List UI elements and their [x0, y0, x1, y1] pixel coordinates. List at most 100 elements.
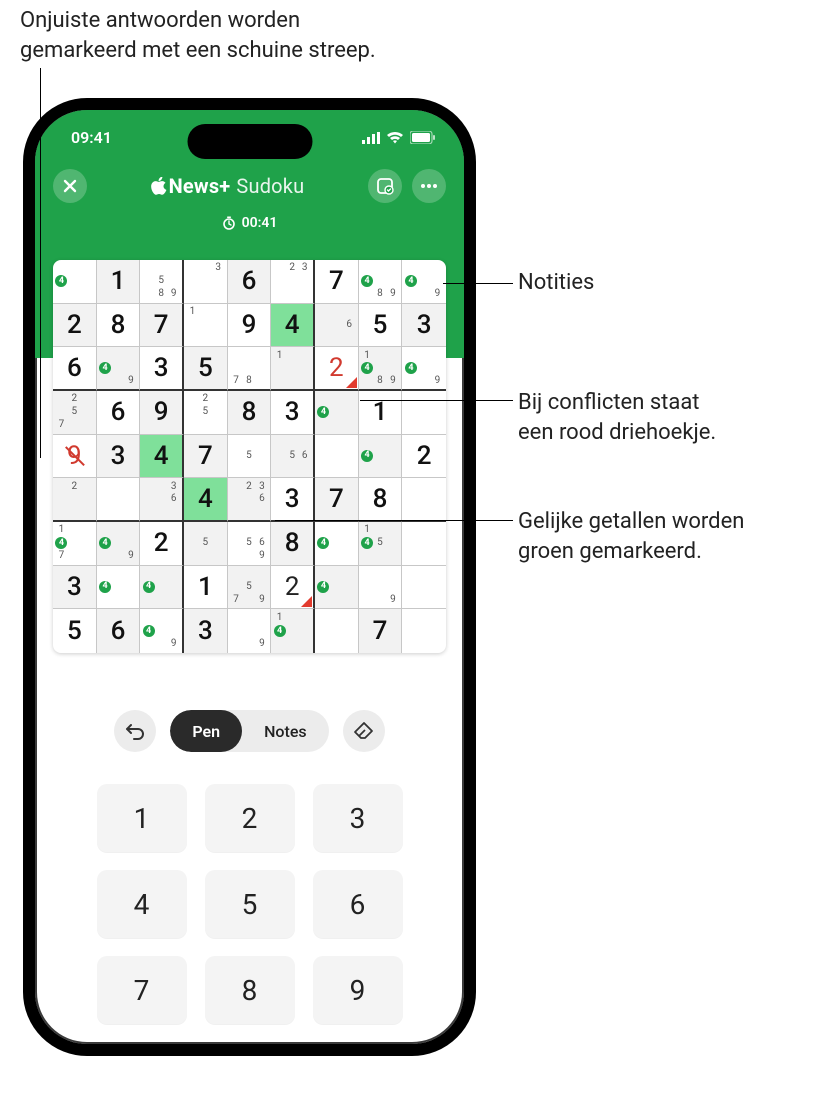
more-button[interactable] — [412, 169, 446, 203]
mode-pen[interactable]: Pen — [170, 710, 242, 752]
sudoku-cell[interactable]: 4 — [315, 522, 359, 566]
numpad-key-7[interactable]: 7 — [97, 956, 187, 1024]
sudoku-cell[interactable]: 3 — [271, 391, 315, 435]
sudoku-cell[interactable]: 49 — [97, 522, 141, 566]
sudoku-cell[interactable]: 56 — [271, 435, 315, 479]
sudoku-cell[interactable]: 1489 — [359, 347, 403, 391]
sudoku-cell[interactable]: 6 — [53, 347, 97, 391]
sudoku-cell[interactable]: 9 — [359, 566, 403, 610]
sudoku-cell[interactable]: 9 — [228, 304, 272, 348]
sudoku-cell[interactable]: 2 — [315, 347, 359, 391]
sudoku-cell[interactable] — [97, 478, 141, 522]
cell-value: 5 — [67, 616, 82, 646]
numpad-key-3[interactable]: 3 — [313, 784, 403, 852]
sudoku-cell[interactable]: 78 — [228, 347, 272, 391]
undo-button[interactable] — [114, 710, 156, 752]
sudoku-cell[interactable]: 7 — [140, 304, 184, 348]
sudoku-cell[interactable]: 2 — [140, 522, 184, 566]
numpad-key-2[interactable]: 2 — [205, 784, 295, 852]
sudoku-cell[interactable]: 5 — [228, 435, 272, 479]
cell-notes: 78 — [230, 349, 269, 387]
sudoku-cell[interactable]: 569 — [228, 522, 272, 566]
sudoku-cell[interactable]: 9 — [228, 609, 272, 653]
sudoku-cell[interactable]: 4 — [315, 391, 359, 435]
numpad-key-5[interactable]: 5 — [205, 870, 295, 938]
sudoku-cell[interactable]: 5 — [53, 609, 97, 653]
sudoku-cell[interactable]: 14 — [271, 609, 315, 653]
sudoku-cell[interactable]: 1 — [184, 566, 228, 610]
sudoku-cell[interactable]: 6 — [228, 260, 272, 304]
numpad-key-4[interactable]: 4 — [97, 870, 187, 938]
sudoku-cell[interactable]: 4 — [53, 260, 97, 304]
sudoku-cell[interactable]: 6 — [97, 391, 141, 435]
numpad-key-6[interactable]: 6 — [313, 870, 403, 938]
sudoku-cell[interactable]: 6 — [315, 304, 359, 348]
sudoku-cell[interactable]: 147 — [53, 522, 97, 566]
sudoku-cell[interactable]: 8 — [271, 522, 315, 566]
sudoku-cell[interactable]: 8 — [97, 304, 141, 348]
sudoku-cell[interactable]: 7 — [184, 435, 228, 479]
numpad-key-9[interactable]: 9 — [313, 956, 403, 1024]
sudoku-cell[interactable]: 2 — [53, 304, 97, 348]
sudoku-cell[interactable]: 7 — [315, 260, 359, 304]
sudoku-cell[interactable]: 8 — [228, 391, 272, 435]
sudoku-cell[interactable]: 23 — [271, 260, 315, 304]
sudoku-cell[interactable]: 9 — [53, 435, 97, 479]
sudoku-cell[interactable]: 236 — [228, 478, 272, 522]
game-timer[interactable]: 00:41 — [35, 215, 464, 231]
sudoku-cell[interactable]: 5 — [184, 347, 228, 391]
sudoku-cell[interactable]: 3 — [271, 478, 315, 522]
sudoku-cell[interactable]: 145 — [359, 522, 403, 566]
sudoku-cell[interactable]: 4 — [97, 566, 141, 610]
sudoku-cell[interactable]: 4 — [359, 435, 403, 479]
sudoku-cell[interactable]: 4 — [184, 478, 228, 522]
sudoku-cell[interactable]: 25 — [184, 391, 228, 435]
sudoku-cell[interactable] — [402, 566, 446, 610]
sudoku-cell[interactable] — [315, 609, 359, 653]
sudoku-cell[interactable]: 1 — [184, 304, 228, 348]
close-button[interactable] — [53, 169, 87, 203]
sudoku-cell[interactable]: 4 — [140, 566, 184, 610]
sudoku-cell[interactable] — [402, 522, 446, 566]
sudoku-cell[interactable]: 7 — [315, 478, 359, 522]
sudoku-cell[interactable]: 579 — [228, 566, 272, 610]
sudoku-cell[interactable]: 3 — [97, 435, 141, 479]
sudoku-cell[interactable]: 3 — [53, 566, 97, 610]
sudoku-cell[interactable]: 1 — [271, 347, 315, 391]
numpad-key-1[interactable]: 1 — [97, 784, 187, 852]
sudoku-cell[interactable]: 36 — [140, 478, 184, 522]
sudoku-cell[interactable]: 3 — [402, 304, 446, 348]
sudoku-cell[interactable]: 2 — [271, 566, 315, 610]
sudoku-cell[interactable]: 257 — [53, 391, 97, 435]
sudoku-cell[interactable] — [402, 478, 446, 522]
sudoku-cell[interactable]: 9 — [140, 391, 184, 435]
sudoku-cell[interactable] — [402, 609, 446, 653]
sudoku-cell[interactable]: 8 — [359, 478, 403, 522]
sudoku-cell[interactable]: 1 — [359, 391, 403, 435]
sudoku-cell[interactable]: 3 — [184, 260, 228, 304]
sudoku-cell[interactable]: 49 — [97, 347, 141, 391]
sudoku-cell[interactable]: 49 — [402, 347, 446, 391]
hint-button[interactable] — [368, 169, 402, 203]
sudoku-cell[interactable]: 6 — [97, 609, 141, 653]
sudoku-cell[interactable]: 49 — [140, 609, 184, 653]
sudoku-cell[interactable] — [402, 391, 446, 435]
mode-notes[interactable]: Notes — [242, 710, 329, 752]
sudoku-cell[interactable]: 5 — [184, 522, 228, 566]
sudoku-cell[interactable]: 3 — [140, 347, 184, 391]
numpad-key-8[interactable]: 8 — [205, 956, 295, 1024]
sudoku-cell[interactable]: 5 — [359, 304, 403, 348]
sudoku-cell[interactable]: 2 — [402, 435, 446, 479]
sudoku-cell[interactable]: 1 — [97, 260, 141, 304]
sudoku-cell[interactable]: 3 — [184, 609, 228, 653]
sudoku-cell[interactable]: 489 — [359, 260, 403, 304]
sudoku-cell[interactable]: 4 — [271, 304, 315, 348]
sudoku-cell[interactable]: 4 — [315, 566, 359, 610]
sudoku-cell[interactable]: 7 — [359, 609, 403, 653]
sudoku-cell[interactable]: 49 — [402, 260, 446, 304]
sudoku-cell[interactable] — [315, 435, 359, 479]
sudoku-cell[interactable]: 2 — [53, 478, 97, 522]
eraser-button[interactable] — [343, 710, 385, 752]
sudoku-cell[interactable]: 589 — [140, 260, 184, 304]
sudoku-cell[interactable]: 4 — [140, 435, 184, 479]
